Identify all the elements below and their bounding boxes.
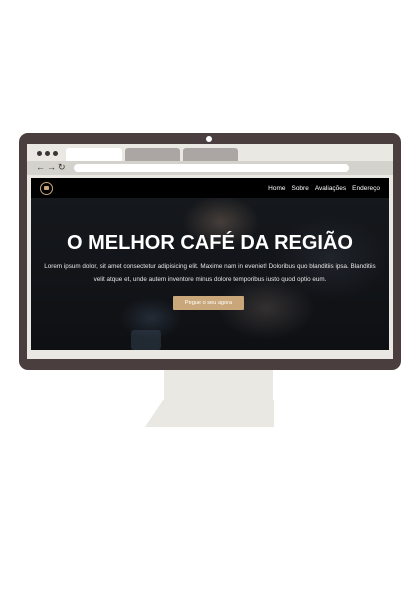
window-dot-maximize[interactable] — [53, 151, 58, 156]
monitor-frame: ← → ↻ Home Sobre Avaliações Endereço O M… — [19, 133, 401, 370]
hero-description: Lorem ipsum dolor, sit amet consectetur … — [44, 263, 376, 283]
address-bar[interactable] — [74, 164, 349, 172]
monitor-stand-neck — [164, 370, 273, 400]
hero-title: O MELHOR CAFÉ DA REGIÃO — [67, 232, 353, 254]
browser-tab-bar — [27, 144, 393, 161]
reload-icon[interactable]: ↻ — [58, 162, 66, 173]
nav-link-sobre[interactable]: Sobre — [291, 185, 308, 192]
window-dot-minimize[interactable] — [45, 151, 50, 156]
hero-section: O MELHOR CAFÉ DA REGIÃO Lorem ipsum dolo… — [31, 198, 389, 350]
browser-toolbar: ← → ↻ — [27, 161, 393, 175]
browser-tab[interactable] — [183, 148, 238, 161]
forward-arrow-icon[interactable]: → — [47, 162, 56, 173]
nav-link-home[interactable]: Home — [268, 185, 285, 192]
nav-link-avaliacoes[interactable]: Avaliações — [315, 185, 346, 192]
monitor-stand-base — [145, 400, 274, 427]
site-header: Home Sobre Avaliações Endereço — [31, 178, 389, 198]
back-arrow-icon[interactable]: ← — [36, 162, 45, 173]
browser-window: ← → ↻ Home Sobre Avaliações Endereço O M… — [27, 144, 393, 359]
window-controls — [37, 151, 58, 156]
browser-tab-active[interactable] — [66, 148, 122, 161]
cta-button[interactable]: Pegue o seu agora — [173, 296, 244, 310]
website-viewport: Home Sobre Avaliações Endereço O MELHOR … — [31, 178, 389, 350]
window-dot-close[interactable] — [37, 151, 42, 156]
site-nav: Home Sobre Avaliações Endereço — [268, 185, 380, 192]
hero-background-image — [131, 330, 161, 350]
cafe-logo-icon[interactable] — [40, 181, 53, 195]
webcam-dot — [206, 136, 212, 142]
nav-link-endereco[interactable]: Endereço — [352, 185, 380, 192]
browser-tab[interactable] — [125, 148, 180, 161]
